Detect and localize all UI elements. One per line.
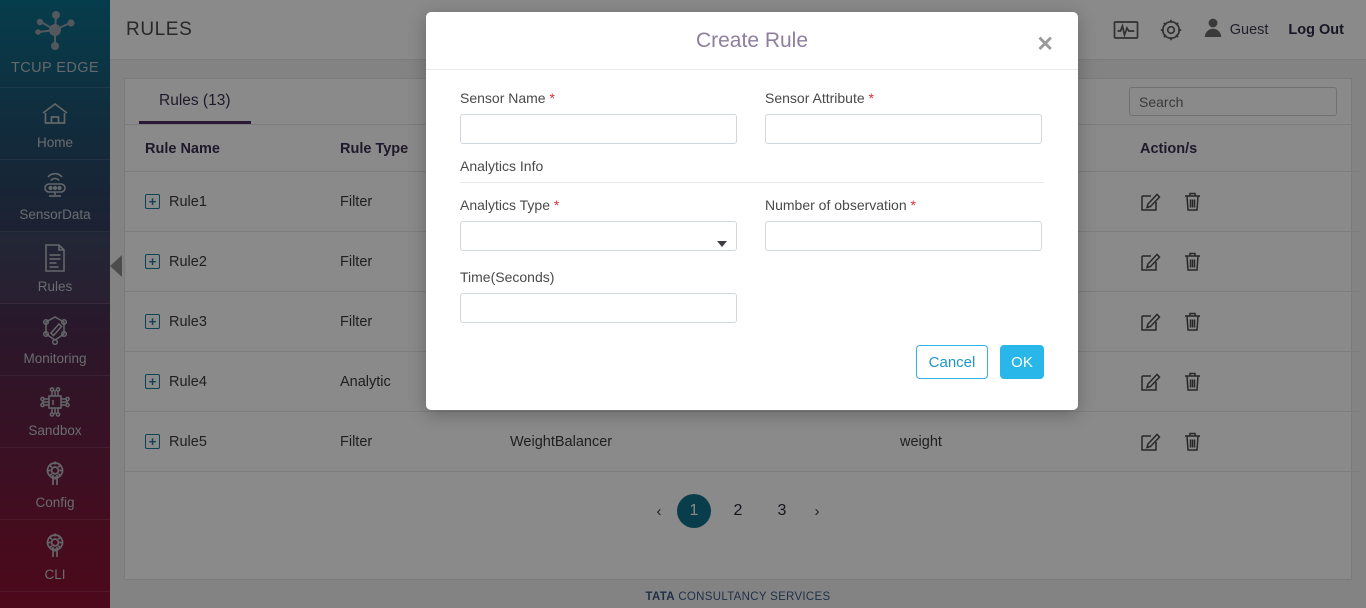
label-text: Sensor Attribute <box>765 90 865 106</box>
modal-body: Sensor Name * Sensor Attribute * Analyti… <box>426 70 1078 327</box>
label-text: Number of observation <box>765 197 907 213</box>
field-group-number-of-observation: Number of observation * <box>765 197 1042 251</box>
label-sensor-attribute: Sensor Attribute * <box>765 90 1042 106</box>
required-asterisk: * <box>868 90 874 106</box>
field-group-sensor-attribute: Sensor Attribute * <box>765 90 1042 144</box>
label-sensor-name: Sensor Name * <box>460 90 737 106</box>
required-asterisk: * <box>549 90 555 106</box>
form-row-3: Time(Seconds) <box>460 269 1044 327</box>
cancel-button[interactable]: Cancel <box>916 345 988 379</box>
required-asterisk: * <box>553 197 560 213</box>
close-x-icon[interactable]: ✕ <box>1036 34 1054 55</box>
number-of-observation-input[interactable] <box>765 221 1042 251</box>
sensor-name-input[interactable] <box>460 114 737 144</box>
create-rule-modal: Create Rule ✕ Sensor Name * Sensor Attri… <box>426 12 1078 410</box>
field-group-analytics-type: Analytics Type * <box>460 197 737 251</box>
label-number-of-observation: Number of observation * <box>765 197 1042 213</box>
label-time-seconds: Time(Seconds) <box>460 269 555 285</box>
analytics-type-select-wrap <box>460 221 737 251</box>
label-text: Sensor Name <box>460 90 546 106</box>
analytics-type-select[interactable] <box>460 221 737 251</box>
time-seconds-input[interactable] <box>460 293 737 323</box>
analytics-info-section-label: Analytics Info <box>460 148 1044 183</box>
form-row-2: Analytics Type * Number of observation * <box>460 197 1044 255</box>
field-group-spacer <box>765 269 1042 323</box>
modal-title: Create Rule <box>695 28 809 52</box>
form-row-1: Sensor Name * Sensor Attribute * <box>460 90 1044 148</box>
ok-button[interactable]: OK <box>1000 345 1044 379</box>
modal-header: Create Rule ✕ <box>426 12 1078 70</box>
modal-actions: Cancel OK <box>426 327 1078 379</box>
label-text: Analytics Type <box>460 197 551 213</box>
app-root: TCUP EDGE Home SensorData Rules Monitori… <box>0 0 1366 608</box>
label-analytics-type: Analytics Type * <box>460 197 737 213</box>
required-asterisk: * <box>910 197 916 213</box>
field-group-time-seconds: Time(Seconds) <box>460 269 737 323</box>
field-group-sensor-name: Sensor Name * <box>460 90 737 144</box>
sensor-attribute-input[interactable] <box>765 114 1042 144</box>
